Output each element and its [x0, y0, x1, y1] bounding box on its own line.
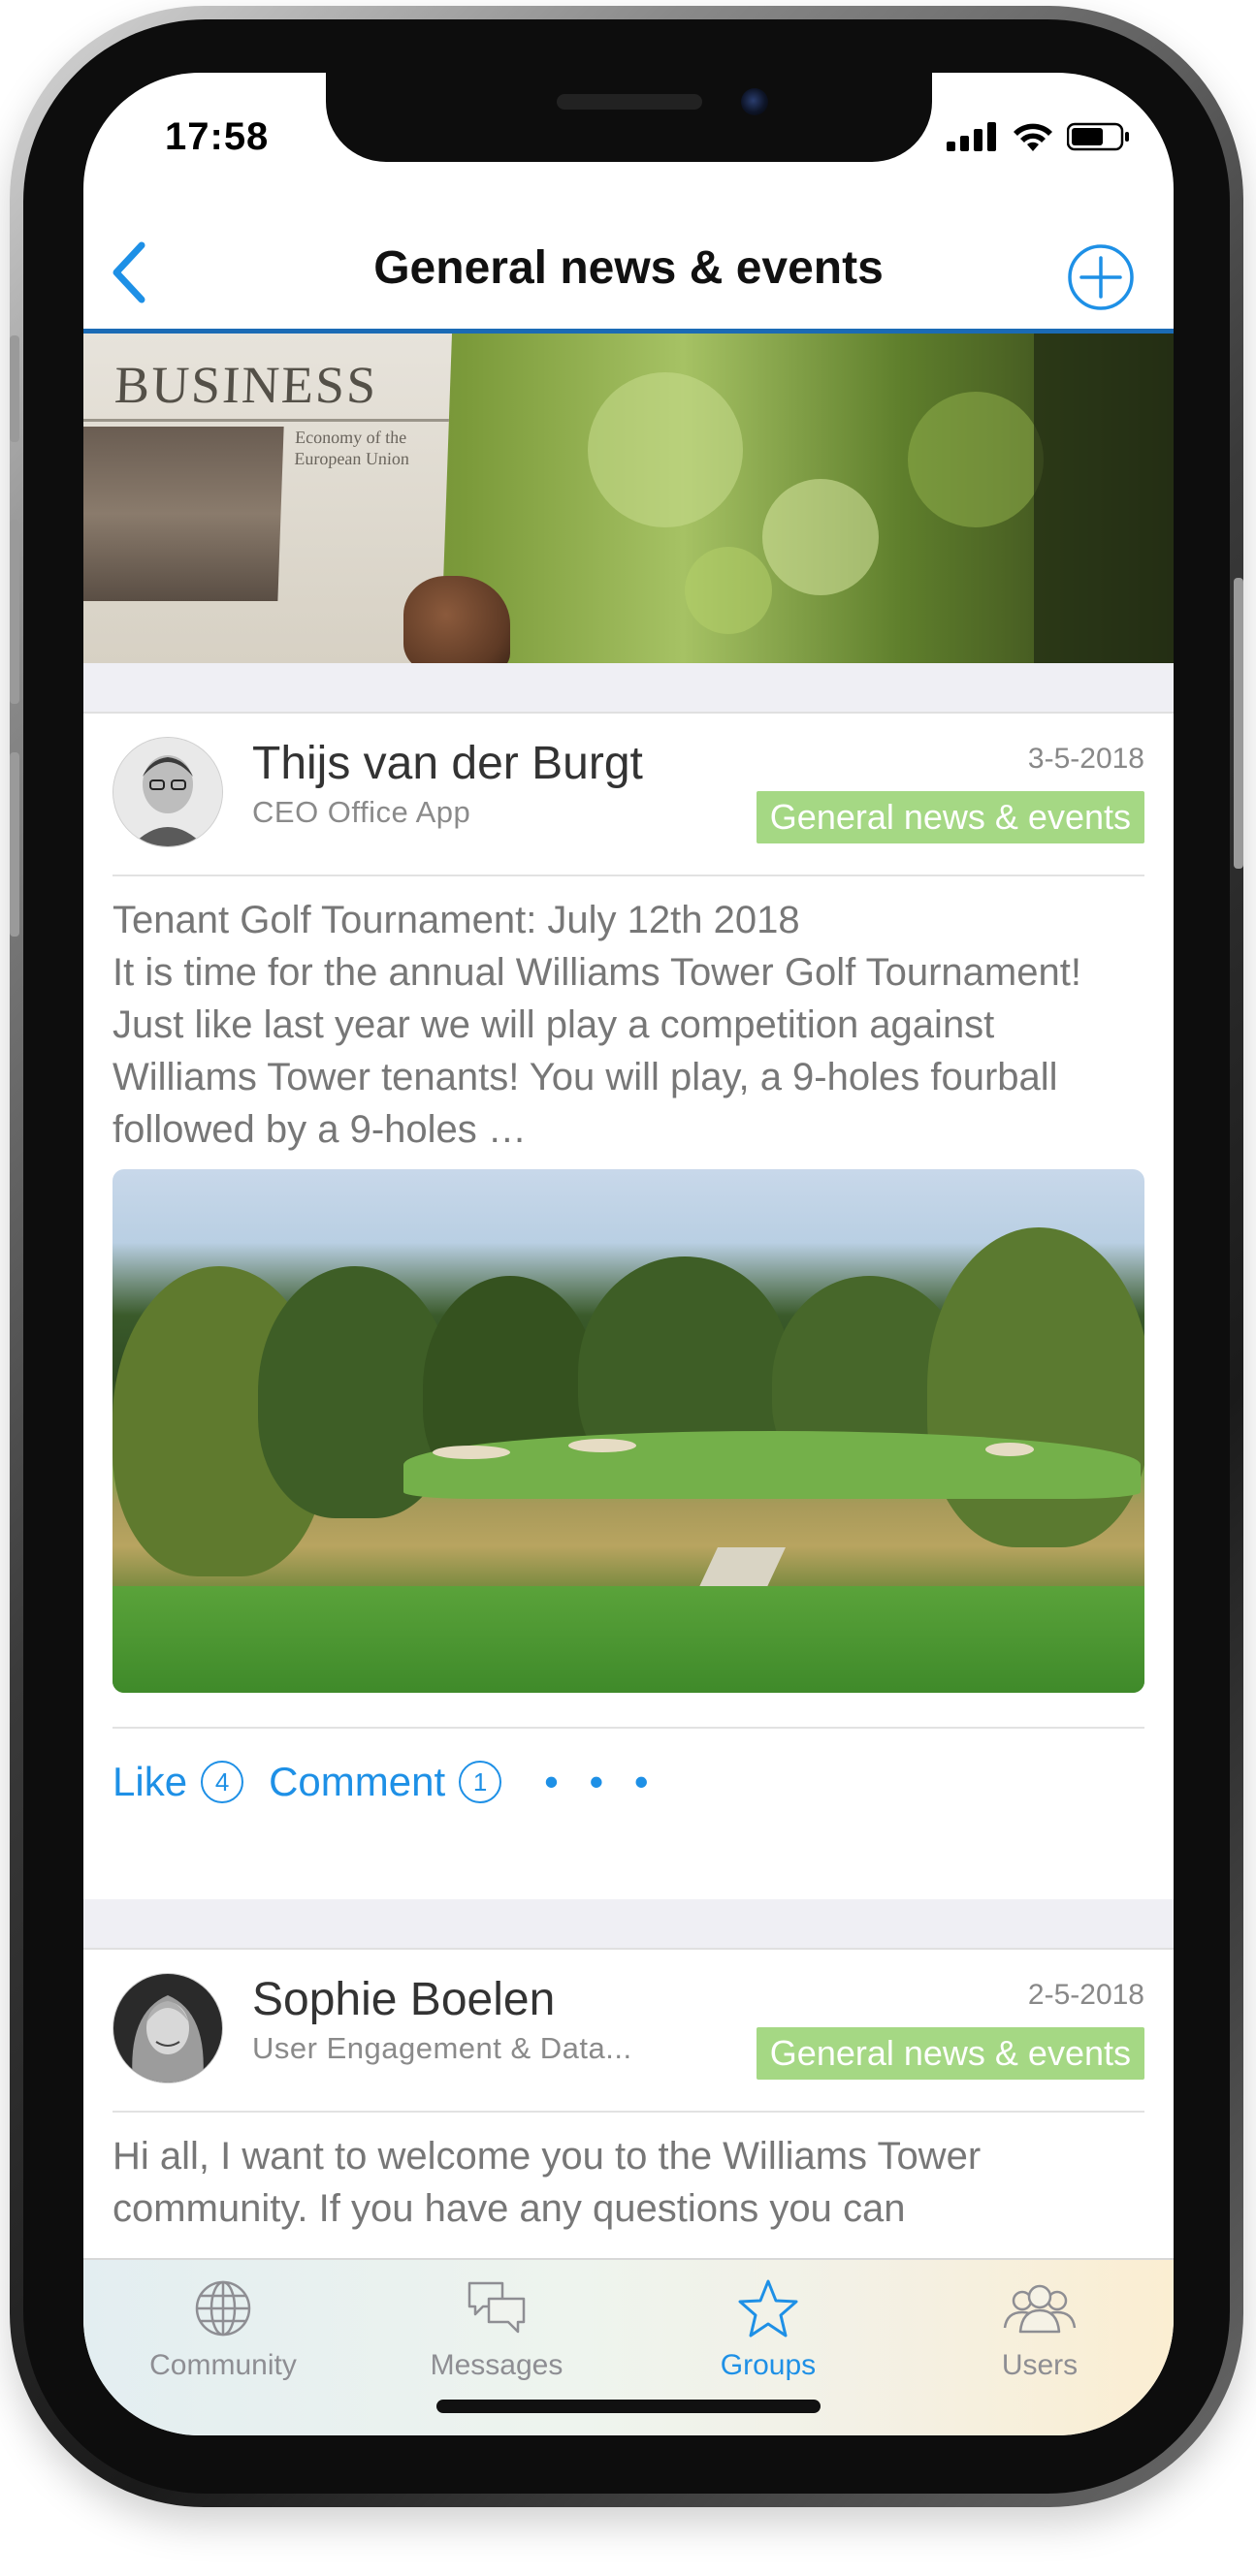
author-name[interactable]: Sophie Boelen	[252, 1973, 555, 2026]
cellular-signal-icon	[947, 122, 996, 151]
like-label: Like	[113, 1759, 188, 1804]
post-card[interactable]: Thijs van der Burgt CEO Office App 3-5-2…	[83, 712, 1174, 1901]
section-separator	[83, 663, 1174, 712]
avatar[interactable]	[113, 1973, 223, 2083]
front-camera	[741, 88, 768, 115]
section-separator	[83, 1899, 1174, 1948]
tab-community[interactable]: Community	[107, 2277, 339, 2382]
newspaper-subline: European Union	[294, 449, 410, 468]
home-indicator[interactable]	[436, 2400, 821, 2413]
tab-users[interactable]: Users	[923, 2277, 1156, 2382]
post-text[interactable]: Tenant Golf Tournament: July 12th 2018 I…	[113, 894, 1144, 1156]
volume-down-button	[10, 752, 19, 937]
tab-groups[interactable]: Groups	[652, 2277, 885, 2382]
post-date: 2-5-2018	[1027, 1979, 1144, 2011]
newspaper-photo	[83, 427, 284, 601]
post-image[interactable]	[113, 1169, 1144, 1693]
silent-switch	[10, 335, 19, 442]
tab-label: Groups	[720, 2349, 817, 2381]
plus-circle-icon	[1068, 244, 1134, 310]
tab-label: Users	[1001, 2349, 1079, 2381]
avatar-portrait	[113, 738, 222, 846]
like-count: 4	[201, 1761, 244, 1803]
newspaper-illustration: BUSINESS Economy of the European Union	[83, 334, 452, 663]
group-tag[interactable]: General news & events	[756, 2027, 1144, 2080]
comment-button[interactable]: Comment 1	[269, 1759, 502, 1805]
status-icons	[947, 121, 1131, 152]
post-date: 3-5-2018	[1027, 743, 1144, 775]
author-role: User Engagement & Data...	[252, 2031, 632, 2065]
comment-count: 1	[459, 1761, 502, 1803]
divider	[113, 1727, 1144, 1729]
newspaper-headline: BUSINESS	[113, 356, 379, 414]
tab-messages[interactable]: Messages	[380, 2277, 613, 2382]
group-banner-image: BUSINESS Economy of the European Union	[83, 334, 1174, 663]
post-actions: Like 4 Comment 1 • • •	[113, 1743, 1144, 1821]
post-text[interactable]: Hi all, I want to welcome you to the Wil…	[113, 2130, 1144, 2260]
earpiece-speaker	[557, 94, 702, 110]
power-button	[1234, 578, 1243, 869]
wifi-icon	[1014, 123, 1052, 151]
navigation-bar: General news & events	[83, 208, 1174, 334]
post-card[interactable]: Sophie Boelen User Engagement & Data... …	[83, 1948, 1174, 2260]
more-options-button[interactable]: • • •	[544, 1759, 658, 1805]
tee-green	[113, 1586, 1144, 1693]
divider	[113, 2111, 1144, 2113]
newspaper-subline: Economy of the	[294, 428, 407, 447]
notch	[326, 73, 932, 162]
divider	[113, 875, 1144, 876]
avatar[interactable]	[113, 737, 223, 847]
like-button[interactable]: Like 4	[113, 1759, 244, 1805]
globe-icon	[195, 2280, 251, 2337]
star-icon	[738, 2279, 798, 2337]
avatar-portrait	[113, 1974, 222, 2083]
page-title: General news & events	[373, 242, 884, 294]
group-tag[interactable]: General news & events	[756, 791, 1144, 843]
phone-screen: 17:58 General news & events BUSINESS Eco…	[83, 73, 1174, 2435]
newspaper-text: Economy of the European Union	[294, 427, 410, 469]
tab-label: Messages	[430, 2349, 564, 2381]
author-name[interactable]: Thijs van der Burgt	[252, 737, 643, 790]
tab-label: Community	[149, 2349, 297, 2381]
users-icon	[1003, 2284, 1077, 2334]
volume-up-button	[10, 520, 19, 704]
comment-label: Comment	[269, 1759, 446, 1804]
add-post-button[interactable]	[1067, 243, 1135, 311]
status-time: 17:58	[165, 115, 270, 158]
battery-icon	[1067, 122, 1129, 151]
author-role: CEO Office App	[252, 795, 471, 829]
fairway	[403, 1431, 1141, 1499]
hand-holding-newspaper	[403, 576, 510, 663]
chat-bubbles-icon	[467, 2281, 526, 2334]
